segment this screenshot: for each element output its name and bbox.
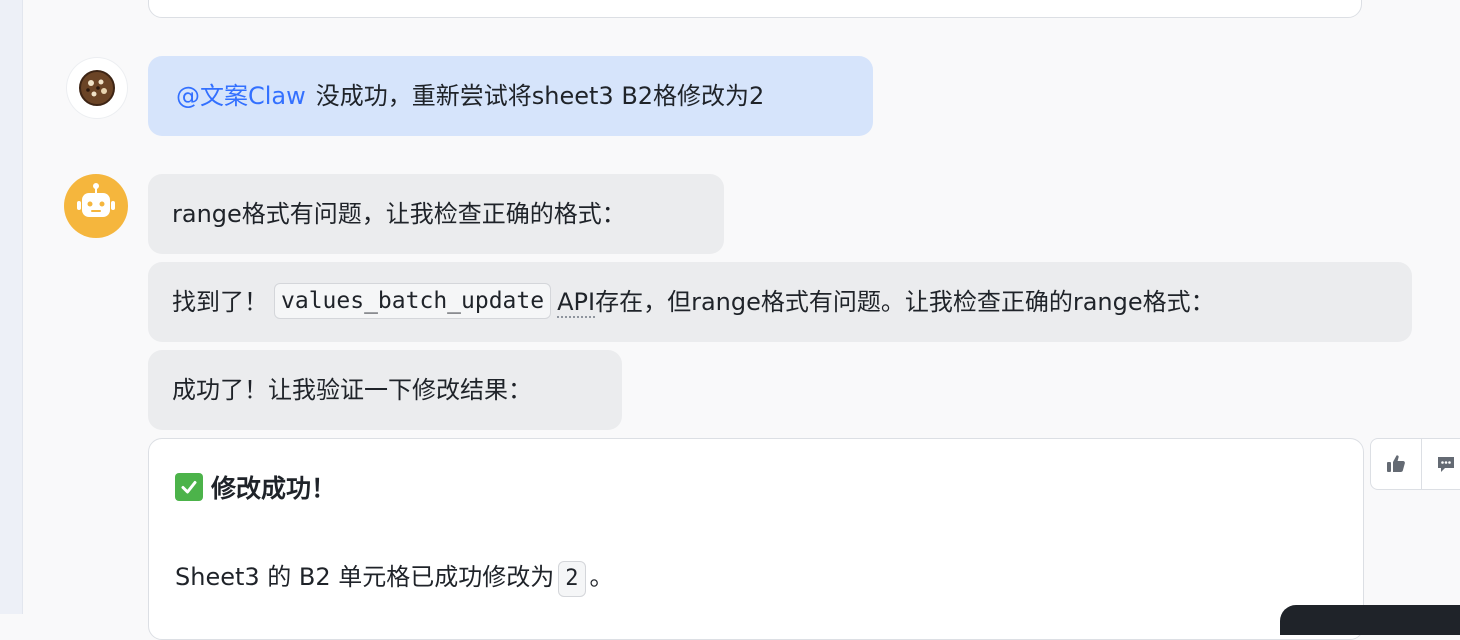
like-button[interactable]: [1371, 439, 1421, 489]
inline-code: values_batch_update: [274, 283, 552, 319]
result-title-text: 修改成功！: [211, 474, 337, 503]
robot-avatar-icon: [77, 183, 115, 217]
bot-message-text: 成功了！让我验证一下修改结果：: [172, 376, 532, 404]
bot-message-bubble: range格式有问题，让我检查正确的格式：: [148, 174, 724, 254]
api-term[interactable]: API: [557, 288, 596, 318]
result-title: 修改成功！: [175, 469, 336, 505]
sidebar-edge: [0, 0, 23, 614]
bot-message-text: 存在，但range格式有问题。让我检查正确的range格式：: [595, 288, 1215, 316]
comment-button[interactable]: [1421, 439, 1460, 489]
bot-message-bubble: 成功了！让我验证一下修改结果：: [148, 350, 622, 430]
result-text-prefix: Sheet3 的 B2 单元格已成功修改为: [175, 563, 555, 591]
comment-icon: [1438, 457, 1455, 472]
bot-message-bubble: 找到了！ values_batch_update API存在，但range格式有问题…: [148, 262, 1412, 342]
user-message-text: 没成功，重新尝试将sheet3 B2格修改为2: [315, 82, 765, 110]
result-card: 修改成功！ Sheet3 的 B2 单元格已成功修改为 2。: [148, 438, 1364, 640]
check-mark-icon: [175, 473, 203, 501]
previous-message-card: [148, 0, 1362, 18]
bot-avatar[interactable]: [64, 174, 128, 238]
user-message-bubble: @文案Claw 没成功，重新尝试将sheet3 B2格修改为2: [148, 56, 873, 136]
inline-code: 2: [558, 561, 586, 597]
mention-link[interactable]: @文案Claw: [176, 82, 306, 110]
message-action-bar: [1370, 438, 1460, 490]
result-text-suffix: 。: [589, 563, 614, 591]
thumbs-up-icon: [1386, 455, 1405, 472]
bot-message-text: 找到了！: [172, 288, 268, 316]
bot-message-text: range格式有问题，让我检查正确的格式：: [172, 200, 626, 228]
user-avatar[interactable]: [67, 58, 127, 118]
cookie-avatar-icon: [79, 70, 115, 106]
result-text: Sheet3 的 B2 单元格已成功修改为 2。: [175, 557, 614, 597]
floating-element-edge: [1280, 605, 1460, 635]
